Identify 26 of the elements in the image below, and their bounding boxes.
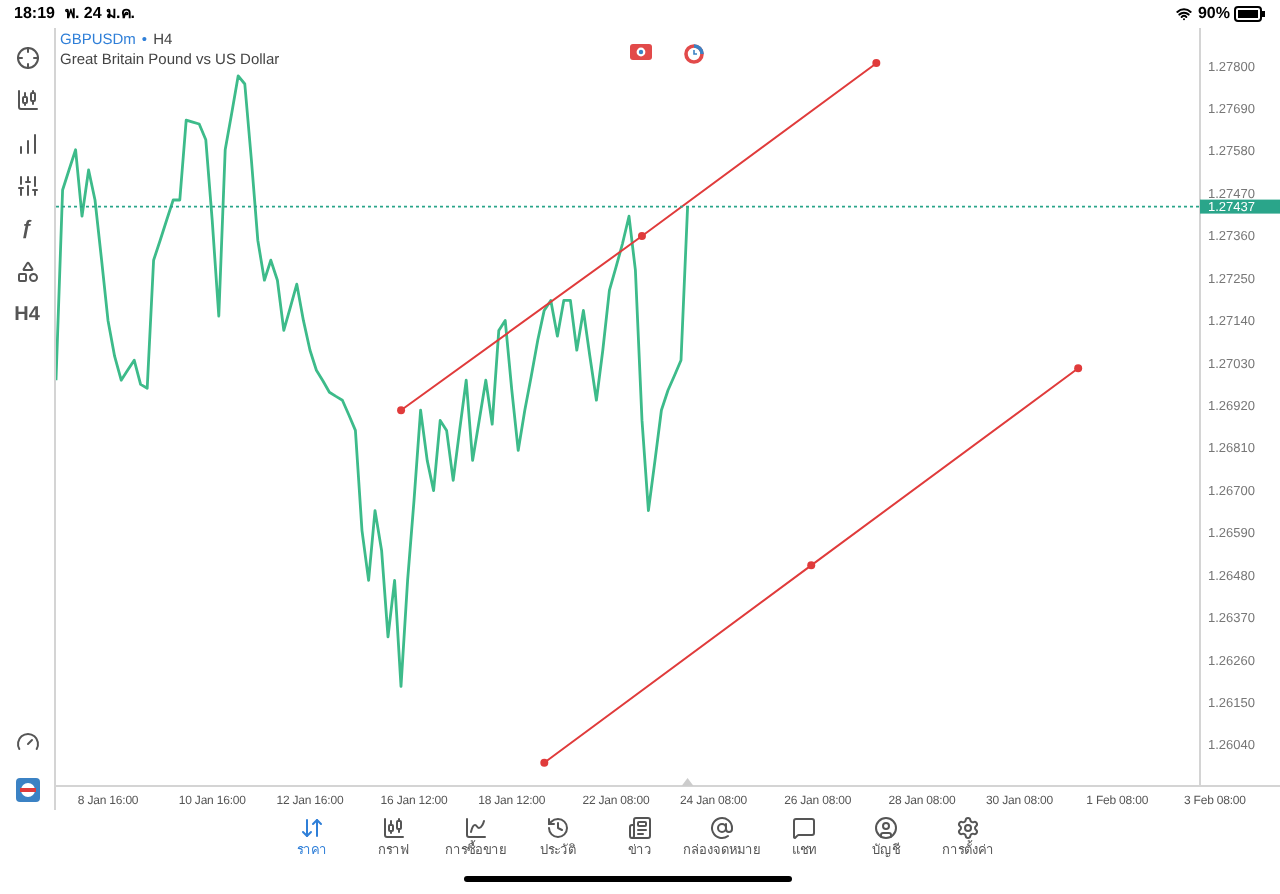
status-time: 18:19 — [14, 2, 55, 26]
clock-icon[interactable] — [684, 44, 704, 64]
status-date: พ. 24 ม.ค. — [64, 2, 135, 26]
line-chart-icon — [464, 816, 488, 840]
settings-icon — [956, 816, 980, 840]
battery-percent: 90% — [1197, 2, 1230, 26]
at-sign-icon — [710, 816, 734, 840]
newspaper-icon — [628, 816, 652, 840]
point — [1074, 364, 1083, 373]
point — [397, 406, 406, 415]
camera-icon[interactable] — [630, 44, 652, 60]
point — [540, 758, 549, 767]
user-icon — [874, 816, 898, 840]
point — [807, 561, 816, 570]
candlestick-icon — [382, 816, 406, 840]
wifi-icon — [1175, 6, 1192, 22]
app-logo-icon[interactable] — [15, 778, 39, 802]
battery-icon — [1234, 6, 1266, 22]
toolbar-text-button[interactable]: ƒ — [21, 208, 33, 251]
gauge-icon[interactable] — [15, 730, 39, 754]
history-icon — [546, 816, 570, 840]
point — [637, 231, 646, 240]
toolbar-text-button[interactable]: H4 — [14, 294, 40, 337]
point — [872, 59, 881, 68]
chat-icon — [792, 816, 816, 840]
arrows-icon — [300, 816, 324, 840]
